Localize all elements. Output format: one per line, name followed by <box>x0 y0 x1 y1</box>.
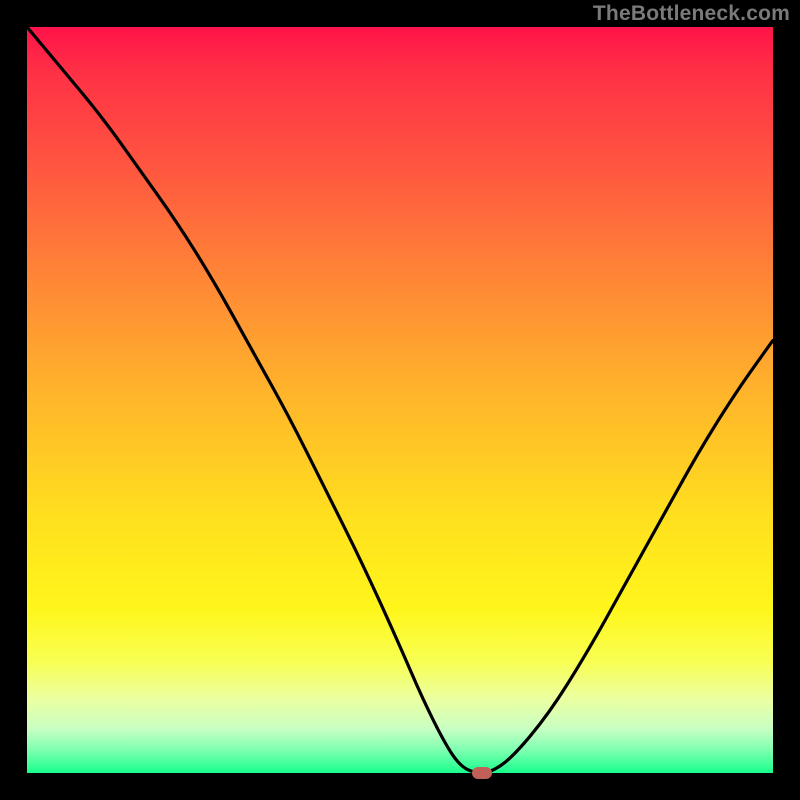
chart-frame: TheBottleneck.com <box>0 0 800 800</box>
bottleneck-curve <box>27 27 773 773</box>
curve-path <box>27 27 773 773</box>
optimum-marker <box>472 767 492 779</box>
plot-area <box>27 27 773 773</box>
watermark-text: TheBottleneck.com <box>593 2 790 26</box>
